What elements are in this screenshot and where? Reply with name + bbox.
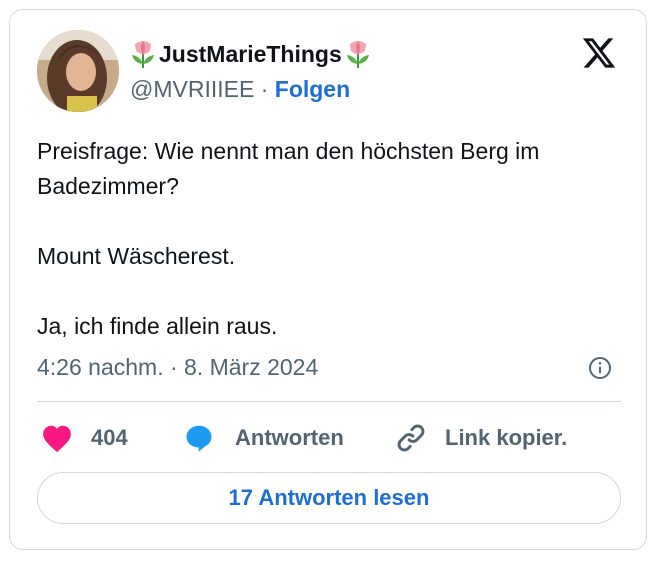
- tweet-card: JustMarieThings @MVRIIIEE · Folgen Preis…: [9, 9, 647, 550]
- like-count: 404: [91, 425, 128, 450]
- like-button[interactable]: 404: [41, 421, 128, 455]
- copy-link-label: Link kopier.: [445, 425, 568, 450]
- reply-label: Antworten: [235, 425, 344, 450]
- read-replies-button[interactable]: 17 Antworten lesen: [37, 472, 621, 524]
- speech-bubble-icon: [186, 425, 212, 452]
- heart-icon: [43, 425, 71, 453]
- author-handle-row: @MVRIIIEE · Folgen: [130, 76, 350, 103]
- tulip-emoji-icon: [346, 41, 369, 68]
- author-handle[interactable]: @MVRIIIEE: [130, 76, 254, 102]
- divider: [37, 401, 621, 402]
- tulip-emoji-icon: [132, 41, 154, 68]
- author-name-row[interactable]: JustMarieThings: [130, 38, 371, 70]
- tweet-timestamp[interactable]: 4:26 nachm. · 8. März 2024: [37, 354, 318, 381]
- reply-button[interactable]: Antworten: [183, 421, 344, 455]
- link-icon: [397, 424, 425, 452]
- avatar-photo: [37, 30, 119, 112]
- author-display-name[interactable]: JustMarieThings: [159, 41, 342, 68]
- x-logo-icon[interactable]: [580, 35, 618, 71]
- tweet-text: Preisfrage: Wie nennt man den höchsten B…: [37, 138, 540, 339]
- follow-link[interactable]: Folgen: [275, 76, 350, 102]
- separator-dot: ·: [260, 76, 269, 102]
- info-icon[interactable]: [588, 356, 612, 380]
- copy-link-button[interactable]: Link kopier.: [395, 421, 567, 455]
- avatar[interactable]: [37, 30, 119, 112]
